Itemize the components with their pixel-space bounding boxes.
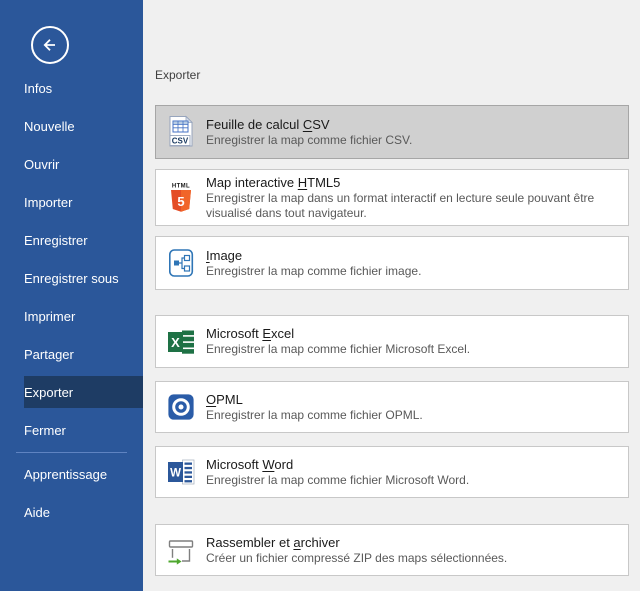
export-option-image[interactable]: Image Enregistrer la map comme fichier i… (155, 236, 629, 290)
svg-text:W: W (170, 468, 181, 480)
svg-text:X: X (171, 334, 180, 349)
svg-text:5: 5 (177, 194, 184, 209)
export-option-archive[interactable]: Rassembler et archiver Créer un fichier … (155, 524, 629, 576)
export-option-word[interactable]: W Microsoft Word Enregistrer la map comm… (155, 446, 629, 498)
sidebar-item-importer[interactable]: Importer (0, 183, 143, 221)
sidebar-item-imprimer[interactable]: Imprimer (0, 297, 143, 335)
sidebar-item-aide[interactable]: Aide (0, 493, 143, 531)
back-arrow-icon (40, 35, 60, 55)
sidebar-item-partager[interactable]: Partager (0, 335, 143, 373)
tile-text: Microsoft Excel Enregistrer la map comme… (206, 326, 620, 357)
back-button[interactable] (31, 26, 69, 64)
export-option-excel[interactable]: X Microsoft Excel Enregistrer la map com… (155, 315, 629, 368)
export-option-description: Enregistrer la map comme fichier image. (206, 264, 620, 279)
export-option-title: Rassembler et archiver (206, 535, 620, 551)
tile-text: Rassembler et archiver Créer un fichier … (206, 535, 620, 566)
svg-text:HTML: HTML (172, 183, 190, 189)
sidebar-item-infos[interactable]: Infos (0, 69, 143, 107)
export-option-title: Microsoft Excel (206, 326, 620, 342)
sidebar-item-fermer[interactable]: Fermer (0, 411, 143, 449)
tile-text: Feuille de calcul CSV Enregistrer la map… (206, 117, 620, 148)
sidebar-item-enregistrer-sous[interactable]: Enregistrer sous (0, 259, 143, 297)
image-export-icon (166, 246, 196, 280)
export-option-description: Enregistrer la map comme fichier Microso… (206, 342, 620, 357)
word-icon: W (166, 455, 196, 489)
sidebar-item-apprentissage[interactable]: Apprentissage (0, 455, 143, 493)
sidebar-menu: Infos Nouvelle Ouvrir Importer Enregistr… (0, 69, 143, 531)
export-option-title: OPML (206, 392, 620, 408)
tile-text: Microsoft Word Enregistrer la map comme … (206, 457, 620, 488)
html5-icon: HTML 5 (166, 181, 196, 215)
sidebar-item-ouvrir[interactable]: Ouvrir (0, 145, 143, 183)
export-option-description: Créer un fichier compressé ZIP des maps … (206, 551, 620, 566)
export-option-description: Enregistrer la map comme fichier CSV. (206, 133, 620, 148)
export-option-html5[interactable]: HTML 5 Map interactive HTML5 Enregistrer… (155, 169, 629, 226)
tile-text: Map interactive HTML5 Enregistrer la map… (206, 175, 620, 221)
csv-file-icon: CSV (166, 115, 196, 149)
sidebar-divider (16, 452, 127, 453)
export-option-title: Feuille de calcul CSV (206, 117, 620, 133)
tile-text: OPML Enregistrer la map comme fichier OP… (206, 392, 620, 423)
export-section-title: Exporter (155, 67, 200, 83)
tile-text: Image Enregistrer la map comme fichier i… (206, 248, 620, 279)
export-options-list: CSV Feuille de calcul CSV Enregistrer la… (155, 105, 629, 576)
sidebar-item-nouvelle[interactable]: Nouvelle (0, 107, 143, 145)
gather-archive-icon (166, 533, 196, 567)
opml-icon (166, 390, 196, 424)
export-option-title: Microsoft Word (206, 457, 620, 473)
backstage-sidebar: Infos Nouvelle Ouvrir Importer Enregistr… (0, 0, 143, 591)
export-option-description: Enregistrer la map dans un format intera… (206, 191, 620, 221)
excel-icon: X (166, 325, 196, 359)
sidebar-item-enregistrer[interactable]: Enregistrer (0, 221, 143, 259)
export-option-description: Enregistrer la map comme fichier Microso… (206, 473, 620, 488)
export-option-title: Map interactive HTML5 (206, 175, 620, 191)
export-option-description: Enregistrer la map comme fichier OPML. (206, 408, 620, 423)
export-option-csv[interactable]: CSV Feuille de calcul CSV Enregistrer la… (155, 105, 629, 159)
export-option-title: Image (206, 248, 620, 264)
svg-text:CSV: CSV (172, 136, 189, 145)
export-option-opml[interactable]: OPML Enregistrer la map comme fichier OP… (155, 381, 629, 433)
sidebar-item-exporter[interactable]: Exporter (0, 373, 143, 411)
